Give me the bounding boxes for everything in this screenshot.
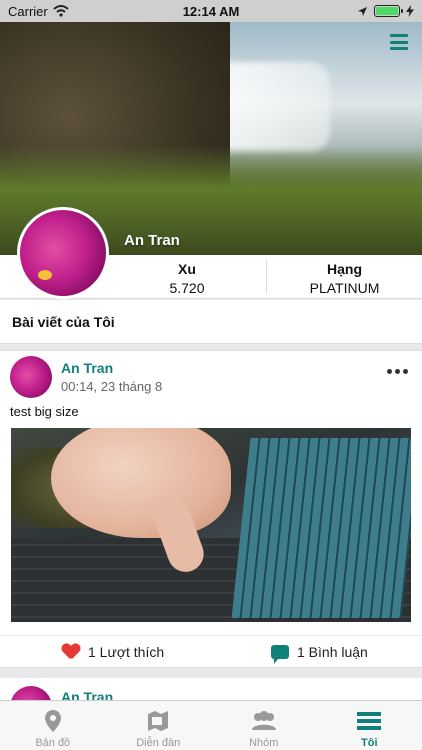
- profile-name: An Tran: [124, 232, 180, 249]
- more-options-button[interactable]: [387, 369, 408, 374]
- tab-group[interactable]: Nhóm: [211, 701, 317, 750]
- tab-me-label: Tôi: [361, 737, 378, 749]
- more-dot: [387, 369, 392, 374]
- stat-xu-value: 5.720: [169, 280, 205, 296]
- stat-rank: Hạng PLATINUM: [266, 260, 422, 296]
- post-image[interactable]: [11, 428, 411, 622]
- more-dot: [395, 369, 400, 374]
- comment-button[interactable]: 1 Bình luận: [271, 644, 368, 664]
- post-text: test big size: [10, 404, 79, 419]
- menu-button[interactable]: [390, 34, 408, 50]
- post-timestamp: 00:14, 23 tháng 8: [61, 379, 163, 394]
- group-icon: [250, 709, 278, 733]
- post-card: An Tran 00:14, 23 tháng 8 test big size …: [0, 350, 422, 668]
- menu-icon-line: [390, 47, 408, 50]
- wifi-icon: [53, 5, 69, 17]
- carrier-group: Carrier: [8, 4, 69, 19]
- section-title: Bài viết của Tôi: [0, 300, 422, 344]
- more-dot: [403, 369, 408, 374]
- post-actions: 1 Lượt thích 1 Bình luận: [0, 635, 422, 669]
- tab-bar: Bản đồ Diễn đàn Nhóm Tôi: [0, 700, 422, 750]
- post-author-name[interactable]: An Tran: [61, 360, 113, 376]
- tab-forum[interactable]: Diễn đàn: [106, 701, 212, 750]
- menu-icon-line: [390, 40, 408, 44]
- comment-bubble-icon: [271, 645, 289, 664]
- stat-xu: Xu 5.720: [112, 261, 262, 296]
- heart-icon: [62, 644, 80, 660]
- status-bar: Carrier 12:14 AM: [0, 0, 422, 22]
- location-arrow-icon: [358, 6, 367, 16]
- tab-map[interactable]: Bản đồ: [0, 701, 106, 750]
- profile-avatar[interactable]: [17, 207, 109, 299]
- tab-forum-label: Diễn đàn: [136, 737, 181, 749]
- charging-bolt-icon: [406, 5, 414, 17]
- menu-icon: [357, 709, 382, 733]
- carrier-label: Carrier: [8, 3, 48, 19]
- stat-xu-label: Xu: [178, 261, 196, 277]
- like-count-label: 1 Lượt thích: [88, 644, 165, 660]
- stat-rank-value: PLATINUM: [309, 280, 380, 296]
- tab-map-label: Bản đồ: [35, 737, 71, 749]
- tab-group-label: Nhóm: [249, 737, 279, 749]
- tab-me[interactable]: Tôi: [317, 701, 422, 750]
- battery-icon: [374, 5, 403, 17]
- comment-count-label: 1 Bình luận: [297, 644, 368, 660]
- post-author-avatar[interactable]: [10, 356, 52, 398]
- forum-icon: [146, 709, 170, 733]
- menu-icon-line: [390, 34, 408, 37]
- stat-rank-label: Hạng: [327, 261, 362, 277]
- status-right: [357, 5, 414, 17]
- like-button[interactable]: 1 Lượt thích: [62, 644, 164, 660]
- image-building: [231, 438, 411, 618]
- map-pin-icon: [44, 709, 62, 733]
